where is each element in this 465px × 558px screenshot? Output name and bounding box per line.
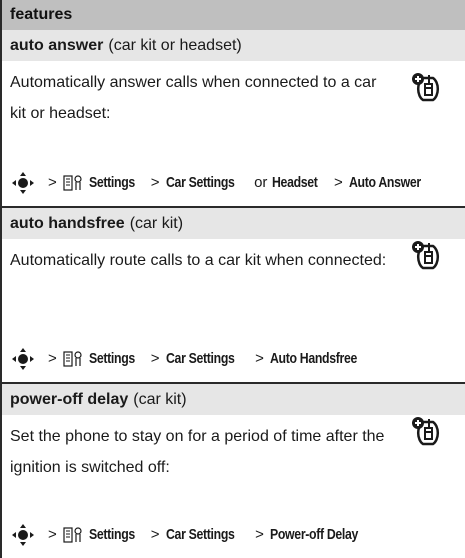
- path-or: or: [254, 174, 268, 191]
- path-headset: Headset: [272, 174, 318, 191]
- feature-title-row: auto handsfree (car kit): [2, 208, 465, 239]
- feature-qualifier: (car kit or headset): [108, 36, 242, 54]
- settings-icon: [63, 350, 82, 367]
- feature-power-off-delay: power-off delay (car kit) Set the phone …: [2, 384, 465, 558]
- feature-auto-handsfree: auto handsfree (car kit) Automatically r…: [2, 208, 465, 382]
- manual-page: features auto answer (car kit or headset…: [0, 0, 465, 558]
- path-car-settings: Car Settings: [165, 526, 235, 543]
- path-settings: Settings: [88, 174, 135, 191]
- path-separator: >: [255, 526, 264, 543]
- menu-path: > Settings > Car Settings or Headset > A…: [2, 159, 465, 206]
- feature-description: Automatically route calls to a car kit w…: [10, 252, 387, 269]
- features-table: features auto answer (car kit or headset…: [0, 0, 465, 558]
- feature-title-row: auto answer (car kit or headset): [2, 30, 465, 61]
- path-car-settings: Car Settings: [165, 174, 235, 191]
- menu-path: > Settings > Car Settings > Power-off De…: [2, 511, 465, 558]
- feature-qualifier: (car kit): [133, 390, 187, 408]
- menu-path: > Settings > Car Settings > Auto Handsfr…: [2, 335, 465, 382]
- feature-title-row: power-off delay (car kit): [2, 384, 465, 415]
- path-separator: >: [333, 174, 343, 191]
- table-header: features: [2, 0, 465, 30]
- navigation-key-icon: [12, 171, 34, 194]
- path-power-off-delay: Power-off Delay: [269, 526, 358, 543]
- feature-name: auto answer: [10, 36, 104, 54]
- path-separator: >: [255, 350, 264, 367]
- feature-name: power-off delay: [10, 390, 129, 408]
- feature-description: Set the phone to stay on for a period of…: [10, 428, 385, 476]
- network-feature-icon: [412, 73, 440, 102]
- table-header-title: features: [10, 6, 73, 23]
- path-car-settings: Car Settings: [165, 350, 235, 367]
- feature-qualifier: (car kit): [129, 214, 184, 232]
- path-auto-answer: Auto Answer: [348, 174, 421, 191]
- path-separator: >: [150, 526, 160, 543]
- settings-icon: [63, 526, 82, 543]
- settings-icon: [63, 174, 82, 191]
- path-settings: Settings: [88, 526, 135, 543]
- path-settings: Settings: [88, 350, 135, 367]
- path-separator: >: [48, 526, 57, 543]
- path-auto-handsfree: Auto Handsfree: [269, 350, 357, 367]
- path-separator: >: [48, 350, 57, 367]
- network-feature-icon: [412, 417, 440, 446]
- feature-description: Automatically answer calls when connecte…: [10, 74, 377, 122]
- path-separator: >: [150, 174, 160, 191]
- network-feature-icon: [412, 241, 440, 270]
- navigation-key-icon: [12, 347, 34, 370]
- feature-auto-answer: auto answer (car kit or headset) Automat…: [2, 30, 465, 206]
- path-separator: >: [48, 174, 57, 191]
- navigation-key-icon: [12, 523, 34, 546]
- feature-name: auto handsfree: [10, 214, 125, 232]
- path-separator: >: [150, 350, 160, 367]
